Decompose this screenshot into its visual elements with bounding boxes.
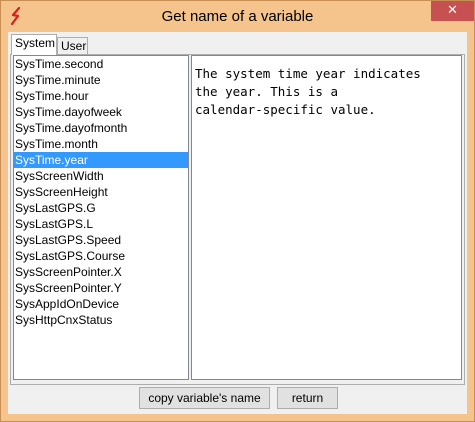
window-border-bottom [1, 414, 474, 421]
list-item[interactable]: SysAppIdOnDevice [14, 296, 188, 312]
list-item[interactable]: SysScreenPointer.Y [14, 280, 188, 296]
tab-panel: SysTime.second SysTime.minute SysTime.hour… [10, 54, 465, 385]
list-item[interactable]: SysHttpCnxStatus [14, 312, 188, 328]
close-icon[interactable]: ✕ [431, 1, 474, 21]
title-bar[interactable]: Get name of a variable ✕ [1, 1, 474, 32]
window-border-left [1, 32, 8, 421]
list-item[interactable]: SysScreenHeight [14, 184, 188, 200]
window-title: Get name of a variable [161, 8, 314, 25]
list-item[interactable]: SysLastGPS.Speed [14, 232, 188, 248]
dialog-window: Get name of a variable ✕ System User Sys… [0, 0, 475, 422]
list-item[interactable]: SysScreenWidth [14, 168, 188, 184]
list-item[interactable]: SysTime.minute [14, 72, 188, 88]
list-item[interactable]: SysLastGPS.G [14, 200, 188, 216]
list-item[interactable]: SysLastGPS.Course [14, 248, 188, 264]
return-button[interactable]: return [277, 387, 338, 409]
list-item[interactable]: SysLastGPS.L [14, 216, 188, 232]
window-border-right [467, 32, 474, 421]
tab-user[interactable]: User [57, 37, 88, 55]
list-item[interactable]: SysTime.second [14, 56, 188, 72]
tab-system[interactable]: System [11, 34, 57, 55]
dialog-client-area: System User SysTime.second SysTime.minute… [8, 32, 467, 414]
variable-description: The system time year indicates the year.… [191, 55, 462, 380]
list-item[interactable]: SysTime.dayofmonth [14, 120, 188, 136]
list-item[interactable]: SysTime.year [14, 152, 188, 168]
list-item[interactable]: SysTime.hour [14, 88, 188, 104]
copy-variable-name-button[interactable]: copy variable's name [139, 387, 270, 409]
list-item[interactable]: SysScreenPointer.X [14, 264, 188, 280]
list-item[interactable]: SysTime.dayofweek [14, 104, 188, 120]
variable-list[interactable]: SysTime.second SysTime.minute SysTime.hour… [13, 55, 189, 380]
list-item[interactable]: SysTime.month [14, 136, 188, 152]
